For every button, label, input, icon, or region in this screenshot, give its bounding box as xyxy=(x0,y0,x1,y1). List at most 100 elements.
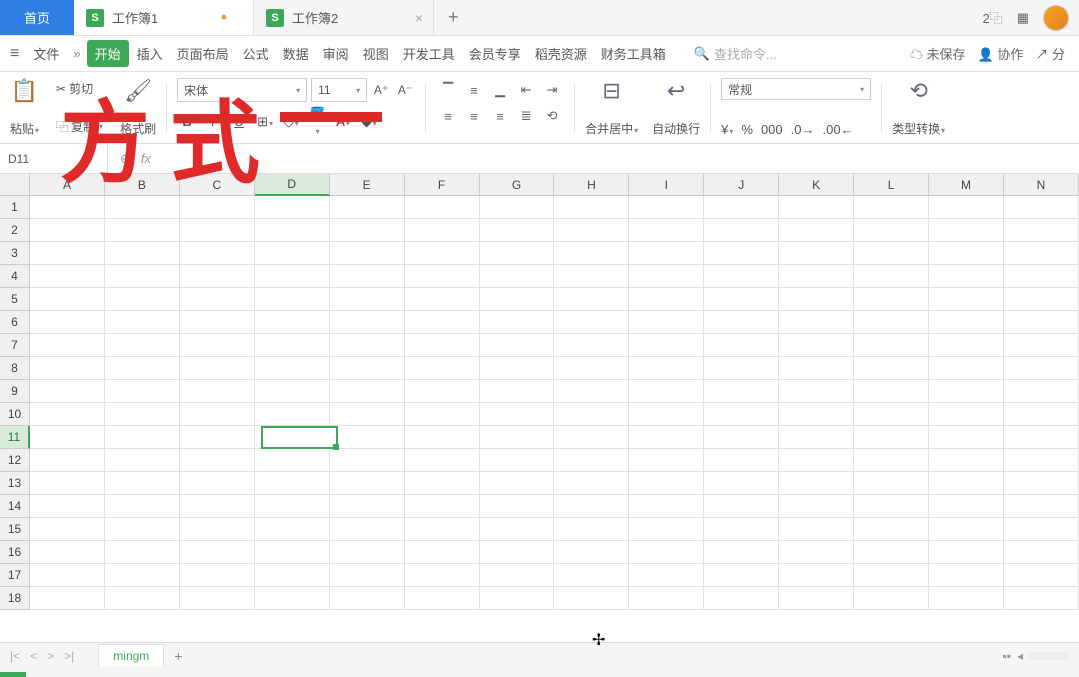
cell[interactable] xyxy=(180,495,255,518)
cell[interactable] xyxy=(629,288,704,311)
cell[interactable] xyxy=(854,196,929,219)
cell[interactable] xyxy=(180,288,255,311)
scroll-track[interactable] xyxy=(1029,652,1069,660)
tab-finance[interactable]: 财务工具箱 xyxy=(595,40,672,67)
formula-input[interactable] xyxy=(163,144,1079,173)
cell[interactable] xyxy=(854,288,929,311)
cell[interactable] xyxy=(854,357,929,380)
cell[interactable] xyxy=(30,472,105,495)
cell[interactable] xyxy=(1004,334,1079,357)
col-header[interactable]: E xyxy=(330,174,405,196)
cell[interactable] xyxy=(105,426,180,449)
cell[interactable] xyxy=(405,357,480,380)
fill-color-button[interactable]: 🪣▾ xyxy=(307,106,327,137)
cell[interactable] xyxy=(480,449,555,472)
row-header[interactable]: 8 xyxy=(0,357,30,380)
col-header[interactable]: J xyxy=(704,174,779,196)
cell[interactable] xyxy=(629,403,704,426)
fill-handle[interactable] xyxy=(333,444,339,450)
copy-button[interactable]: ⿻ 复制▾ xyxy=(53,116,106,137)
cell[interactable] xyxy=(629,426,704,449)
cell[interactable] xyxy=(554,380,629,403)
tab-view[interactable]: 视图 xyxy=(357,40,395,67)
cell[interactable] xyxy=(30,541,105,564)
sheet-next-icon[interactable]: > xyxy=(47,649,54,663)
cell[interactable] xyxy=(704,242,779,265)
cell[interactable] xyxy=(480,242,555,265)
cell[interactable] xyxy=(854,242,929,265)
row-header[interactable]: 14 xyxy=(0,495,30,518)
cell[interactable] xyxy=(480,219,555,242)
cell[interactable] xyxy=(779,541,854,564)
hamburger-icon[interactable]: ≡ xyxy=(6,45,23,63)
type-convert-button[interactable]: 类型转换▾ xyxy=(892,120,945,137)
cell[interactable] xyxy=(255,219,330,242)
cell[interactable] xyxy=(704,380,779,403)
cell[interactable] xyxy=(480,334,555,357)
file-menu[interactable]: 文件 xyxy=(25,40,67,67)
cell[interactable] xyxy=(405,495,480,518)
cell[interactable] xyxy=(480,357,555,380)
tab-start[interactable]: 开始 xyxy=(87,40,129,67)
align-left-icon[interactable]: ≡ xyxy=(436,104,460,128)
close-icon[interactable]: × xyxy=(415,10,423,26)
cell[interactable] xyxy=(330,288,405,311)
cell[interactable] xyxy=(255,357,330,380)
cell[interactable] xyxy=(929,288,1004,311)
align-middle-icon[interactable]: ≡ xyxy=(462,78,486,102)
col-header[interactable]: A xyxy=(30,174,105,196)
cell[interactable] xyxy=(554,265,629,288)
cell[interactable] xyxy=(929,403,1004,426)
cell[interactable] xyxy=(30,426,105,449)
tab-member[interactable]: 会员专享 xyxy=(463,40,527,67)
col-header[interactable]: B xyxy=(105,174,180,196)
cell[interactable] xyxy=(255,518,330,541)
cell[interactable] xyxy=(704,265,779,288)
cell[interactable] xyxy=(405,518,480,541)
row-header[interactable]: 16 xyxy=(0,541,30,564)
cell[interactable] xyxy=(405,564,480,587)
cell[interactable] xyxy=(929,265,1004,288)
wrap-icon[interactable]: ↩ xyxy=(667,78,685,104)
cell[interactable] xyxy=(704,518,779,541)
cell[interactable] xyxy=(854,472,929,495)
cell[interactable] xyxy=(255,288,330,311)
col-header[interactable]: K xyxy=(779,174,854,196)
cell[interactable] xyxy=(180,196,255,219)
cell[interactable] xyxy=(554,541,629,564)
cell[interactable] xyxy=(330,403,405,426)
cell[interactable] xyxy=(929,334,1004,357)
cell[interactable] xyxy=(480,564,555,587)
cell[interactable] xyxy=(704,403,779,426)
cell[interactable] xyxy=(480,311,555,334)
row-header[interactable]: 17 xyxy=(0,564,30,587)
merge-icon[interactable]: ⊟ xyxy=(602,78,620,104)
row-header[interactable]: 9 xyxy=(0,380,30,403)
percent-button[interactable]: % xyxy=(741,122,753,137)
align-top-icon[interactable]: ▔ xyxy=(436,78,460,102)
cell[interactable] xyxy=(929,495,1004,518)
cell[interactable] xyxy=(929,380,1004,403)
cell[interactable] xyxy=(779,357,854,380)
sheet-prev-icon[interactable]: < xyxy=(30,649,37,663)
cell[interactable] xyxy=(180,219,255,242)
cell[interactable] xyxy=(180,311,255,334)
decrease-decimal-button[interactable]: .00← xyxy=(823,122,854,137)
increase-decimal-button[interactable]: .0→ xyxy=(791,122,815,137)
collab-button[interactable]: 👤 协作 xyxy=(978,44,1024,63)
cell[interactable] xyxy=(929,311,1004,334)
cell[interactable] xyxy=(180,564,255,587)
cell[interactable] xyxy=(30,334,105,357)
cell[interactable] xyxy=(779,380,854,403)
cell[interactable] xyxy=(629,334,704,357)
cell[interactable] xyxy=(1004,219,1079,242)
cell[interactable] xyxy=(1004,587,1079,610)
overflow-icon[interactable]: » xyxy=(69,46,84,61)
cell[interactable] xyxy=(854,265,929,288)
cell[interactable] xyxy=(554,587,629,610)
tab-review[interactable]: 审阅 xyxy=(317,40,355,67)
cell[interactable] xyxy=(330,242,405,265)
format-painter-icon[interactable]: 🖌 xyxy=(124,78,152,104)
cell[interactable] xyxy=(854,219,929,242)
increase-font-icon[interactable]: A⁺ xyxy=(371,83,391,97)
